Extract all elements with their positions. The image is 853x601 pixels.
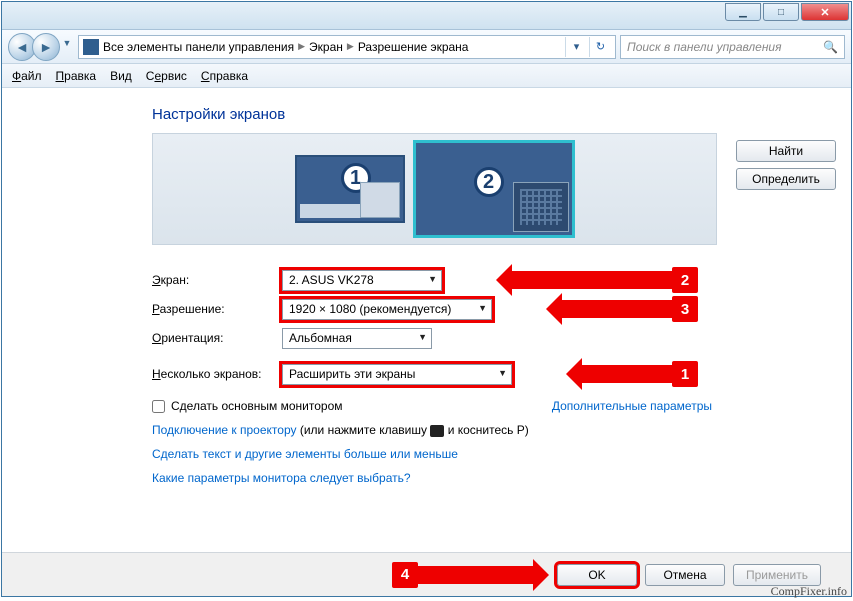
projector-hint-text-2: и коснитесь P) <box>448 423 529 437</box>
chevron-right-icon[interactable]: ▶ <box>298 41 305 52</box>
resolution-label: Разрешение: <box>152 302 282 316</box>
annotation-badge-1: 1 <box>672 361 698 387</box>
windows-key-icon <box>430 425 444 437</box>
orientation-dropdown[interactable]: Альбомная <box>282 328 432 349</box>
screen-dropdown[interactable]: 2. ASUS VK278 <box>282 270 442 291</box>
annotation-arrow-1 <box>582 365 672 383</box>
explorer-window: ◄ ► ▼ Все элементы панели управления ▶ Э… <box>1 1 852 597</box>
apply-button: Применить <box>733 564 821 586</box>
search-input[interactable]: Поиск в панели управления 🔍 <box>620 35 845 59</box>
chevron-right-icon[interactable]: ▶ <box>347 41 354 52</box>
annotation-arrow-2 <box>512 271 672 289</box>
monitor-layout-panel[interactable]: 1 2 Найти Определить <box>152 133 717 245</box>
menu-help[interactable]: Справка <box>201 69 248 83</box>
search-icon: 🔍 <box>823 40 838 54</box>
history-dropdown-icon[interactable]: ▼ <box>60 33 74 53</box>
text-size-link[interactable]: Сделать текст и другие элементы больше и… <box>152 447 458 461</box>
find-button[interactable]: Найти <box>736 140 836 162</box>
breadcrumb-resolution[interactable]: Разрешение экрана <box>358 40 469 54</box>
monitor-number-2: 2 <box>474 167 504 197</box>
menu-edit[interactable]: Правка <box>56 69 97 83</box>
projector-hint-text: (или нажмите клавишу <box>300 423 431 437</box>
maximize-button[interactable] <box>763 3 799 21</box>
advanced-settings-link[interactable]: Дополнительные параметры <box>552 399 712 413</box>
resolution-dropdown[interactable]: 1920 × 1080 (рекомендуется) <box>282 299 492 320</box>
settings-form: Экран: 2. ASUS VK278 2 Разрешение: 1920 … <box>152 267 842 485</box>
control-panel-icon <box>83 39 99 55</box>
breadcrumb-root[interactable]: Все элементы панели управления <box>103 40 294 54</box>
which-settings-link[interactable]: Какие параметры монитора следует выбрать… <box>152 471 411 485</box>
identify-button[interactable]: Определить <box>736 168 836 190</box>
address-bar[interactable]: Все элементы панели управления ▶ Экран ▶… <box>78 35 616 59</box>
menu-view[interactable]: Вид <box>110 69 132 83</box>
monitor-1[interactable]: 1 <box>295 155 405 223</box>
minimize-button[interactable] <box>725 3 761 21</box>
forward-button[interactable]: ► <box>32 33 60 61</box>
annotation-badge-2: 2 <box>672 267 698 293</box>
multiple-displays-dropdown[interactable]: Расширить эти экраны <box>282 364 512 385</box>
navigation-bar: ◄ ► ▼ Все элементы панели управления ▶ Э… <box>2 30 851 64</box>
screen-label: Экран: <box>152 273 282 287</box>
make-primary-checkbox[interactable] <box>152 400 165 413</box>
make-primary-label: Сделать основным монитором <box>171 399 343 413</box>
close-button[interactable] <box>801 3 849 21</box>
address-dropdown-icon[interactable]: ▾ <box>565 37 587 57</box>
multi-label: Несколько экранов: <box>152 367 282 381</box>
search-placeholder: Поиск в панели управления <box>627 40 782 54</box>
connect-projector-link[interactable]: Подключение к проектору <box>152 423 297 437</box>
annotation-arrow-4 <box>418 566 533 584</box>
content-area: Настройки экранов 1 2 Найти Определить Э… <box>2 88 851 485</box>
annotation-arrow-3 <box>562 300 672 318</box>
breadcrumb-display[interactable]: Экран <box>309 40 343 54</box>
ok-button[interactable]: OK <box>557 564 637 586</box>
page-title: Настройки экранов <box>152 106 851 123</box>
annotation-badge-3: 3 <box>672 296 698 322</box>
menu-bar: Файл Правка Вид Сервис Справка <box>2 64 851 88</box>
monitor-2-selected[interactable]: 2 <box>413 140 575 238</box>
watermark-text: CompFixer.info <box>771 584 847 599</box>
refresh-icon[interactable]: ↻ <box>589 37 611 57</box>
annotation-badge-4: 4 <box>392 562 418 588</box>
cancel-button[interactable]: Отмена <box>645 564 725 586</box>
menu-file[interactable]: Файл <box>12 69 42 83</box>
menu-tools[interactable]: Сервис <box>146 69 187 83</box>
orientation-label: Ориентация: <box>152 331 282 345</box>
titlebar <box>2 2 851 30</box>
dialog-footer: 4 OK Отмена Применить <box>2 552 851 596</box>
